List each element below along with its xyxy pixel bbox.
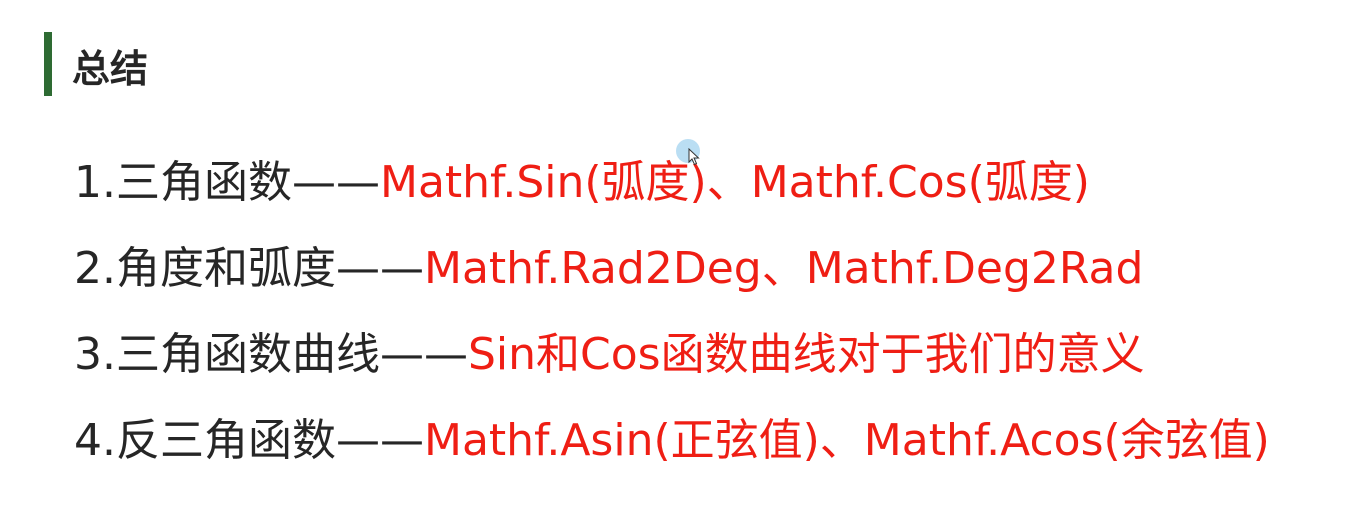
item-detail: Mathf.Sin(弧度)、Mathf.Cos(弧度) [379,157,1090,208]
item-label: 1.三角函数—— [74,157,380,208]
summary-item-1: 1.三角函数——Mathf.Sin(弧度)、Mathf.Cos(弧度) [74,150,1270,236]
summary-list: 1.三角函数——Mathf.Sin(弧度)、Mathf.Cos(弧度) 2.角度… [74,150,1270,494]
item-detail: Mathf.Asin(正弦值)、Mathf.Acos(余弦值) [423,415,1270,466]
summary-item-3: 3.三角函数曲线——Sin和Cos函数曲线对于我们的意义 [74,322,1270,408]
slide-title: 总结 [72,47,149,91]
item-label: 3.三角函数曲线—— [74,329,468,380]
slide: 总结 1.三角函数——Mathf.Sin(弧度)、Mathf.Cos(弧度) 2… [0,0,1360,516]
item-detail: Sin和Cos函数曲线对于我们的意义 [467,329,1145,380]
title-accent-bar [44,32,52,96]
summary-item-2: 2.角度和弧度——Mathf.Rad2Deg、Mathf.Deg2Rad [74,236,1270,322]
summary-item-4: 4.反三角函数——Mathf.Asin(正弦值)、Mathf.Acos(余弦值) [74,408,1270,494]
item-label: 2.角度和弧度—— [74,243,424,294]
item-label: 4.反三角函数—— [74,415,424,466]
mouse-pointer-icon [688,148,700,166]
item-detail: Mathf.Rad2Deg、Mathf.Deg2Rad [423,243,1144,294]
